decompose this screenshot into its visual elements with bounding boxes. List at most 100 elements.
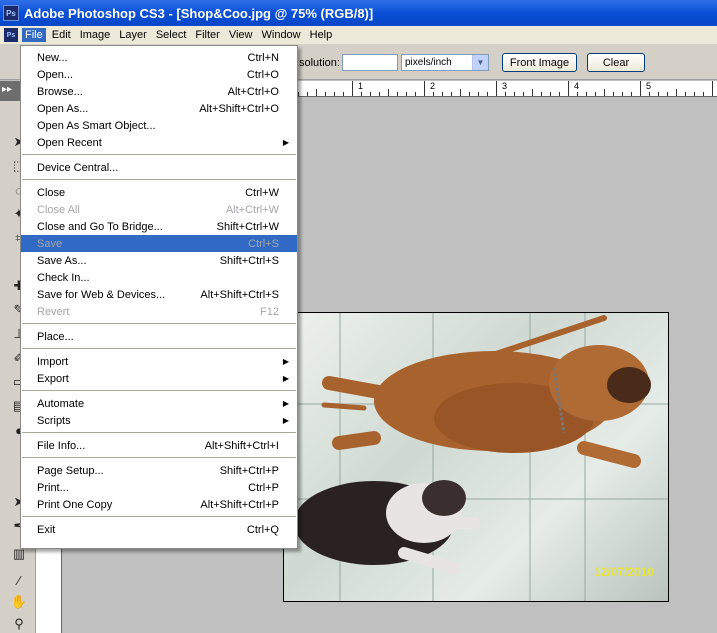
- file-menu-item-device-central[interactable]: Device Central...: [21, 159, 297, 176]
- ruler-tick: [424, 81, 425, 96]
- file-menu-item-new[interactable]: New... Ctrl+N: [21, 49, 297, 66]
- menu-window[interactable]: Window: [259, 28, 304, 42]
- ruler-tick: [523, 92, 524, 96]
- file-menu-item-open[interactable]: Open... Ctrl+O: [21, 66, 297, 83]
- file-menu-item-browse[interactable]: Browse... Alt+Ctrl+O: [21, 83, 297, 100]
- file-menu-item-automate[interactable]: Automate ▶: [21, 395, 297, 412]
- eyedropper-tool-icon[interactable]: ⁄: [10, 571, 28, 589]
- menu-view[interactable]: View: [226, 28, 256, 42]
- menu-item-shortcut: Ctrl+W: [245, 186, 279, 199]
- menu-file[interactable]: File: [22, 28, 46, 42]
- menu-item-label: Close: [37, 186, 66, 199]
- ruler-tick: [676, 89, 677, 96]
- resolution-input[interactable]: [342, 54, 398, 71]
- ruler-tick: [703, 92, 704, 96]
- ruler-tick: [505, 92, 506, 96]
- ruler-tick: [604, 89, 605, 96]
- ruler-tick: [532, 89, 533, 96]
- ruler-number: 1: [358, 81, 364, 91]
- photo-date-stamp: 12/07/2010: [593, 565, 654, 579]
- ruler-tick: [496, 81, 497, 96]
- menu-separator: [22, 154, 296, 155]
- ruler-number: 2: [430, 81, 436, 91]
- file-menu-item-save-as[interactable]: Save As... Shift+Ctrl+S: [21, 252, 297, 269]
- resolution-units-select[interactable]: pixels/inch ▼: [401, 54, 489, 71]
- file-menu-item-place[interactable]: Place...: [21, 328, 297, 345]
- menu-item-label: Revert: [37, 305, 70, 318]
- ruler-tick: [433, 92, 434, 96]
- ruler-tick: [541, 92, 542, 96]
- menu-layer[interactable]: Layer: [116, 28, 150, 42]
- menu-filter[interactable]: Filter: [192, 28, 222, 42]
- clear-button[interactable]: Clear: [587, 53, 645, 72]
- menu-item-label: Import: [37, 355, 69, 368]
- ruler-tick: [559, 92, 560, 96]
- file-menu-item-open-as-smart-object[interactable]: Open As Smart Object...: [21, 117, 297, 134]
- window-title: Adobe Photoshop CS3 - [Shop&Coo.jpg @ 75…: [24, 5, 374, 21]
- ruler-tick: [640, 81, 641, 96]
- ruler-tick: [451, 92, 452, 96]
- ruler-tick: [568, 81, 569, 96]
- file-menu-item-print[interactable]: Print... Ctrl+P: [21, 479, 297, 496]
- file-menu-item-page-setup[interactable]: Page Setup... Shift+Ctrl+P: [21, 462, 297, 479]
- menu-help[interactable]: Help: [307, 28, 336, 42]
- submenu-arrow-icon: ▶: [282, 374, 289, 383]
- file-menu-item-export[interactable]: Export ▶: [21, 370, 297, 387]
- ruler-tick: [514, 92, 515, 96]
- file-menu-item-check-in[interactable]: Check In...: [21, 269, 297, 286]
- menu-edit[interactable]: Edit: [49, 28, 74, 42]
- ruler-tick: [586, 92, 587, 96]
- ruler-tick: [406, 92, 407, 96]
- file-menu-item-open-as[interactable]: Open As... Alt+Shift+Ctrl+O: [21, 100, 297, 117]
- ruler-tick: [658, 92, 659, 96]
- menu-item-label: Open Recent: [37, 136, 102, 149]
- menu-item-label: Save for Web & Devices...: [37, 288, 166, 301]
- ruler-tick: [487, 92, 488, 96]
- file-menu-item-file-info[interactable]: File Info... Alt+Shift+Ctrl+I: [21, 437, 297, 454]
- menu-select[interactable]: Select: [153, 28, 190, 42]
- ruler-tick: [613, 92, 614, 96]
- ruler-tick: [298, 92, 299, 96]
- submenu-arrow-icon: ▶: [282, 138, 289, 147]
- menu-item-shortcut: Alt+Shift+Ctrl+P: [200, 498, 279, 511]
- document-image[interactable]: 12/07/2010: [283, 312, 669, 602]
- zoom-tool-icon[interactable]: ⚲: [10, 615, 28, 633]
- ruler-tick: [325, 92, 326, 96]
- menu-item-label: Close and Go To Bridge...: [37, 220, 163, 233]
- chevron-down-icon[interactable]: ▼: [472, 55, 488, 70]
- menu-item-shortcut: Ctrl+N: [247, 51, 279, 64]
- menu-item-label: Automate: [37, 397, 85, 410]
- file-menu-dropdown: New... Ctrl+N Open... Ctrl+O Browse... Alt+Ct…: [20, 45, 298, 549]
- file-menu-item-close-and-go-to-bridge[interactable]: Close and Go To Bridge... Shift+Ctrl+W: [21, 218, 297, 235]
- menu-item-shortcut: Alt+Ctrl+W: [225, 203, 279, 216]
- file-menu-item-open-recent[interactable]: Open Recent ▶: [21, 134, 297, 151]
- menu-bar: Ps File Edit Image Layer Select Filter V…: [0, 26, 717, 45]
- file-menu-item-import[interactable]: Import ▶: [21, 353, 297, 370]
- resolution-units-value: pixels/inch: [405, 57, 452, 68]
- file-menu-item-scripts[interactable]: Scripts ▶: [21, 412, 297, 429]
- front-image-button[interactable]: Front Image: [502, 53, 577, 72]
- ruler-tick: [685, 92, 686, 96]
- menu-separator: [22, 516, 296, 517]
- ruler-tick: [388, 89, 389, 96]
- menu-separator: [22, 432, 296, 433]
- ruler-tick: [550, 92, 551, 96]
- document-icon[interactable]: Ps: [4, 28, 18, 42]
- menu-item-shortcut: Ctrl+P: [248, 481, 279, 494]
- ruler-tick: [469, 92, 470, 96]
- ruler-tick: [631, 92, 632, 96]
- file-menu-item-save-for-web-devices[interactable]: Save for Web & Devices... Alt+Shift+Ctrl+…: [21, 286, 297, 303]
- file-menu-item-close[interactable]: Close Ctrl+W: [21, 184, 297, 201]
- file-menu-item-exit[interactable]: Exit Ctrl+Q: [21, 521, 297, 538]
- dogs-photo: [294, 315, 651, 574]
- file-menu-item-print-one-copy[interactable]: Print One Copy Alt+Shift+Ctrl+P: [21, 496, 297, 513]
- resolution-label: solution:: [299, 57, 340, 69]
- menu-item-label: Print...: [37, 481, 69, 494]
- ruler-tick: [370, 92, 371, 96]
- menu-separator: [22, 323, 296, 324]
- menu-separator: [22, 390, 296, 391]
- photoshop-app-icon[interactable]: Ps: [3, 5, 19, 21]
- hand-tool-icon[interactable]: ✋: [10, 593, 28, 611]
- menu-image[interactable]: Image: [77, 28, 114, 42]
- menu-item-label: New...: [37, 51, 68, 64]
